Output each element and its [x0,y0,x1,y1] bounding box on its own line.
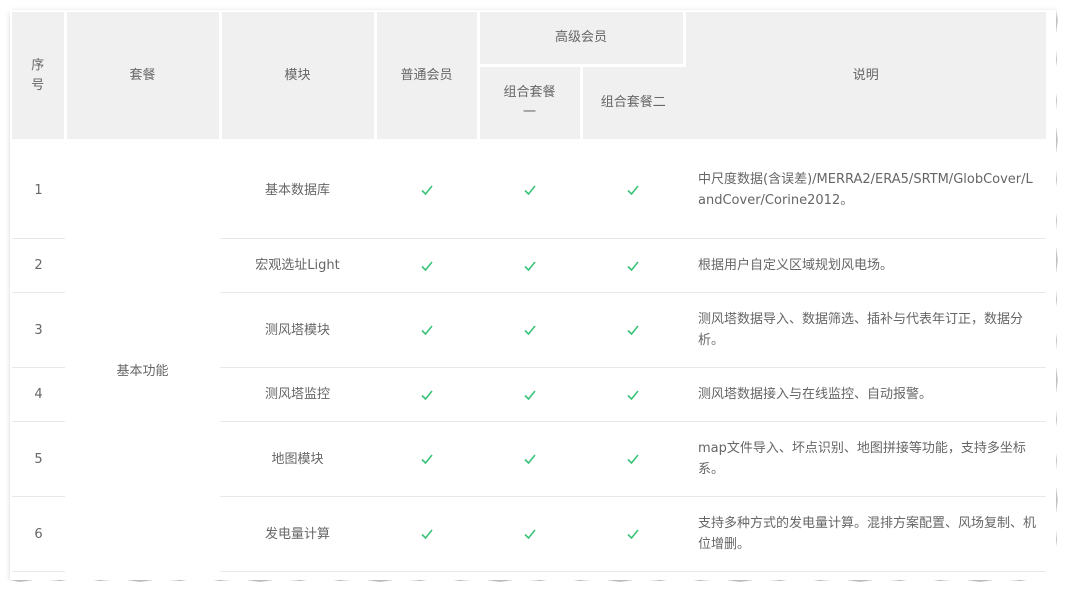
combo-two-cell [581,367,685,422]
header-premium-member: 高级会员 [478,12,686,67]
table-body: 1 基本功能 基本数据库 中尺度数据(含误差)/MERRA2/ERA5/SRTM… [12,140,1047,572]
check-icon [626,324,639,336]
header-description: 说明 [684,12,1047,142]
check-icon [420,389,433,401]
combo-two-cell [581,421,685,497]
row-index: 3 [12,292,65,368]
row-index: 1 [12,140,65,239]
check-icon [626,184,639,196]
regular-member-cell [375,140,478,239]
row-module: 测风塔监控 [220,367,375,422]
check-icon [626,453,639,465]
regular-member-cell [375,421,478,497]
header-regular-member: 普通会员 [375,12,480,142]
check-icon [626,528,639,540]
row-description: 测风塔数据接入与在线监控、自动报警。 [684,367,1047,422]
combo-one-cell [478,367,581,422]
row-index: 6 [12,496,65,572]
check-icon [523,260,536,272]
check-icon [420,260,433,272]
combo-two-cell [581,140,685,239]
check-icon [523,528,536,540]
regular-member-cell [375,238,478,293]
row-description: 支持多种方式的发电量计算。混排方案配置、风场复制、机位增删。 [684,496,1047,572]
check-icon [523,184,536,196]
row-description: 测风塔数据导入、数据筛选、插补与代表年订正，数据分析。 [684,292,1047,368]
combo-two-cell [581,292,685,368]
combo-one-cell [478,140,581,239]
check-icon [523,389,536,401]
header-package: 套餐 [65,12,222,142]
check-icon [420,453,433,465]
combo-one-cell [478,238,581,293]
combo-one-cell [478,292,581,368]
check-icon [420,184,433,196]
membership-feature-table: 序号 套餐 模块 普通会员 高级会员 说明 组合套餐一 组合套餐二 1 基本功能… [12,12,1047,572]
row-index: 5 [12,421,65,497]
check-icon [523,453,536,465]
row-index: 2 [12,238,65,293]
table-row: 1 基本功能 基本数据库 中尺度数据(含误差)/MERRA2/ERA5/SRTM… [12,140,1047,379]
combo-one-cell [478,421,581,497]
regular-member-cell [375,367,478,422]
header-index: 序号 [12,12,67,142]
combo-two-cell [581,496,685,572]
regular-member-cell [375,292,478,368]
table-header: 序号 套餐 模块 普通会员 高级会员 说明 组合套餐一 组合套餐二 [12,12,1047,142]
check-icon [626,389,639,401]
header-module: 模块 [220,12,377,142]
row-description: map文件导入、坏点识别、地图拼接等功能，支持多坐标系。 [684,421,1047,497]
check-icon [523,324,536,336]
row-module: 地图模块 [220,421,375,497]
header-combo-two: 组合套餐二 [581,65,685,142]
row-description: 中尺度数据(含误差)/MERRA2/ERA5/SRTM/GlobCover/La… [684,140,1047,239]
torn-edge-bottom [0,577,1077,597]
row-module: 宏观选址Light [220,238,375,293]
check-icon [626,260,639,272]
row-description: 根据用户自定义区域规划风电场。 [684,238,1047,293]
check-icon [420,528,433,540]
row-module: 基本数据库 [220,140,375,239]
pricing-table-panel: 序号 套餐 模块 普通会员 高级会员 说明 组合套餐一 组合套餐二 1 基本功能… [10,10,1056,580]
package-name: 基本功能 [116,364,169,380]
torn-edge-right [1053,0,1077,597]
combo-one-cell [478,496,581,572]
row-module: 测风塔模块 [220,292,375,368]
row-module: 发电量计算 [220,496,375,572]
header-combo-one: 组合套餐一 [478,65,583,142]
combo-two-cell [581,238,685,293]
check-icon [420,324,433,336]
regular-member-cell [375,496,478,572]
row-index: 4 [12,367,65,422]
